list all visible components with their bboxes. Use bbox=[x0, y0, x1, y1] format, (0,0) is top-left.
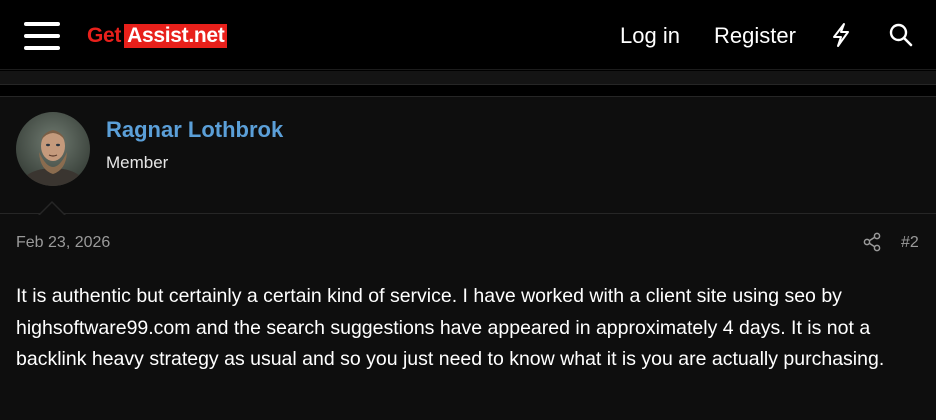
search-icon[interactable] bbox=[888, 22, 914, 48]
post-date[interactable]: Feb 23, 2026 bbox=[16, 233, 110, 253]
post-author-name[interactable]: Ragnar Lothbrok bbox=[106, 116, 283, 144]
post-author-title: Member bbox=[106, 153, 169, 172]
post-number-link[interactable]: #2 bbox=[901, 233, 919, 253]
user-block-arrow-inner bbox=[39, 203, 65, 216]
login-link[interactable]: Log in bbox=[620, 22, 680, 50]
post-body-text: It is authentic but certainly a certain … bbox=[16, 285, 885, 370]
forum-post: Ragnar Lothbrok Member Feb 23, 2026 #2 I… bbox=[0, 96, 936, 420]
menu-icon[interactable] bbox=[24, 21, 60, 51]
menu-icon-bar bbox=[24, 22, 60, 26]
site-logo[interactable]: Get Assist.net bbox=[87, 24, 228, 48]
share-icon[interactable] bbox=[862, 232, 882, 252]
menu-icon-bar bbox=[24, 46, 60, 50]
logo-assist-text: Assist.net bbox=[124, 24, 228, 48]
site-header: Get Assist.net Log in Register bbox=[0, 0, 936, 70]
sub-navigation-bar bbox=[0, 71, 936, 85]
register-link[interactable]: Register bbox=[714, 22, 796, 50]
logo-get-text: Get bbox=[87, 24, 122, 47]
menu-icon-bar bbox=[24, 34, 60, 38]
post-user-block: Ragnar Lothbrok Member bbox=[0, 97, 936, 214]
avatar[interactable] bbox=[16, 112, 90, 186]
bolt-icon[interactable] bbox=[828, 22, 854, 48]
